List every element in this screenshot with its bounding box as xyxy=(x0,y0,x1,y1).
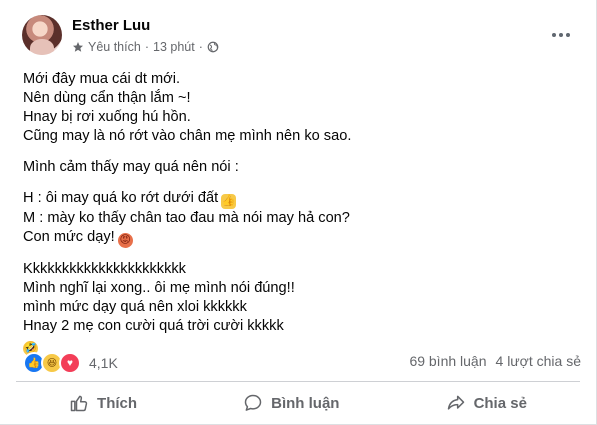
meta-separator: · xyxy=(144,40,149,54)
post-card: Esther Luu Yêu thích · 13 phút · Mới đây… xyxy=(0,0,597,425)
divider xyxy=(16,381,580,382)
globe-icon xyxy=(207,41,219,53)
author-name[interactable]: Esther Luu xyxy=(72,17,150,34)
paragraph-1: Mới đây mua cái dt mới. Nên dùng cẩn thậ… xyxy=(23,70,583,146)
more-options-button[interactable] xyxy=(548,28,574,42)
share-button-label: Chia sẻ xyxy=(473,394,527,412)
text-line: Mình cảm thấy may quá nên nói : xyxy=(23,159,239,175)
share-count[interactable]: 4 lượt chia sẻ xyxy=(496,353,581,369)
comment-button-label: Bình luận xyxy=(271,394,340,412)
like-button-label: Thích xyxy=(97,394,138,412)
text-line: Mới đây mua cái dt mới. xyxy=(23,71,181,87)
paragraph-2: Mình cảm thấy may quá nên nói : xyxy=(23,158,583,177)
text-line: mình mức dạy quá nên xloi kkkkkk xyxy=(23,299,247,315)
post-time[interactable]: 13 phút xyxy=(153,40,195,54)
post-content: Mới đây mua cái dt mới. Nên dùng cẩn thậ… xyxy=(23,70,583,368)
comment-button[interactable]: Bình luận xyxy=(213,385,369,421)
favorite-label[interactable]: Yêu thích xyxy=(88,40,141,54)
text-line: Mình nghĩ lại xong.. ôi mẹ mình nói đúng… xyxy=(23,280,295,296)
post-meta: Yêu thích · 13 phút · xyxy=(72,40,219,54)
share-icon xyxy=(447,395,464,410)
angry-face-emoji-icon: 😡 xyxy=(117,233,133,248)
text-line: Nên dùng cẩn thận lắm ~! xyxy=(23,90,191,106)
comment-icon xyxy=(244,394,262,411)
text-line: Con mức dạy! xyxy=(23,229,115,245)
more-dot-icon xyxy=(552,33,556,37)
thumbs-up-emoji-icon: 👍 xyxy=(221,194,237,209)
comment-count[interactable]: 69 bình luận xyxy=(409,353,486,369)
star-icon xyxy=(73,42,83,52)
text-line: H : ôi may quá ko rớt dưới đất xyxy=(23,190,219,206)
meta-separator-2: · xyxy=(198,40,203,54)
paragraph-4: Kkkkkkkkkkkkkkkkkkkkkk Mình nghĩ lại xon… xyxy=(23,260,583,356)
author-avatar[interactable] xyxy=(22,15,62,55)
post-actions: Thích Bình luận Chia sẻ xyxy=(16,384,580,422)
text-line: M : mày ko thấy chân tao đau mà nói may … xyxy=(23,210,350,226)
text-line-with-emoji: Con mức dạy! 😡 xyxy=(23,228,583,248)
text-line: Cũng may là nó rớt vào chân mẹ mình nên … xyxy=(23,128,352,144)
text-line-with-emoji: H : ôi may quá ko rớt dưới đất 👍 xyxy=(23,189,583,209)
share-button[interactable]: Chia sẻ xyxy=(416,385,557,421)
paragraph-3: H : ôi may quá ko rớt dưới đất 👍 M : mày … xyxy=(23,189,583,248)
love-icon: ♥ xyxy=(59,352,81,374)
reaction-count[interactable]: 4,1K xyxy=(89,355,118,371)
like-button[interactable]: Thích xyxy=(39,385,167,421)
text-line: Kkkkkkkkkkkkkkkkkkkkkk xyxy=(23,261,186,277)
more-dot-icon xyxy=(559,33,563,37)
text-line: Hnay 2 mẹ con cười quá trời cười kkkkk xyxy=(23,318,284,334)
post-stats: 69 bình luận 4 lượt chia sẻ xyxy=(409,353,581,369)
thumbs-up-icon xyxy=(70,395,88,412)
more-dot-icon xyxy=(566,33,570,37)
text-line: Hnay bị rơi xuống hú hồn. xyxy=(23,109,191,125)
reactions-summary[interactable]: 👍 😆 ♥ 4,1K xyxy=(23,352,118,374)
